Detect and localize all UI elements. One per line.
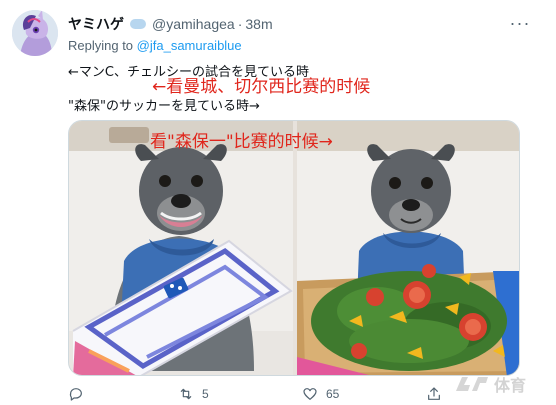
- overlay-caption-1: ←看曼城、切尔西比赛的时候: [152, 77, 371, 97]
- watermark-logo-icon: [456, 377, 488, 391]
- like-button[interactable]: 65: [302, 386, 339, 402]
- timestamp[interactable]: 38m: [245, 16, 272, 32]
- replying-to: Replying to @jfa_samuraiblue: [68, 38, 242, 53]
- more-icon: ···: [509, 12, 531, 33]
- share-icon: [428, 387, 440, 400]
- avatar-image: [12, 10, 58, 56]
- dog-pizza-box-image: [69, 121, 293, 375]
- reply-icon: [69, 388, 82, 401]
- overlay-caption-2: 看"森保一"比赛的时候→: [150, 132, 333, 152]
- watermark-text: 体育: [494, 376, 527, 395]
- reply-button[interactable]: [68, 386, 92, 402]
- more-options-button[interactable]: ···: [506, 12, 534, 34]
- tweet-header: ヤミハゲ @yamihagea · 38m: [68, 14, 273, 34]
- display-name[interactable]: ヤミハゲ: [68, 14, 124, 34]
- separator-dot: ·: [237, 16, 243, 32]
- dog-salad-image: [297, 121, 519, 375]
- user-handle[interactable]: @yamihagea: [152, 16, 235, 32]
- share-button[interactable]: [426, 386, 442, 402]
- watermark: 体育: [454, 372, 526, 396]
- retweet-icon: [180, 388, 192, 400]
- avatar[interactable]: [12, 10, 58, 56]
- retweet-button[interactable]: 5: [178, 386, 209, 402]
- like-icon: [303, 388, 317, 400]
- like-count: 65: [326, 387, 340, 401]
- retweet-count: 5: [202, 387, 209, 401]
- photo-dog-with-salad[interactable]: [297, 121, 519, 375]
- tweet-actions: 5 65: [60, 386, 480, 405]
- cloud-badge-icon: [130, 19, 146, 29]
- replying-prefix: Replying to: [68, 38, 134, 53]
- replying-to-mention[interactable]: @jfa_samuraiblue: [137, 38, 242, 53]
- tweet-text-line-2: "森保"のサッカーを見ている時→: [68, 99, 260, 114]
- photo-dog-with-pizza-box[interactable]: [69, 121, 293, 375]
- tweet-media[interactable]: [68, 120, 520, 376]
